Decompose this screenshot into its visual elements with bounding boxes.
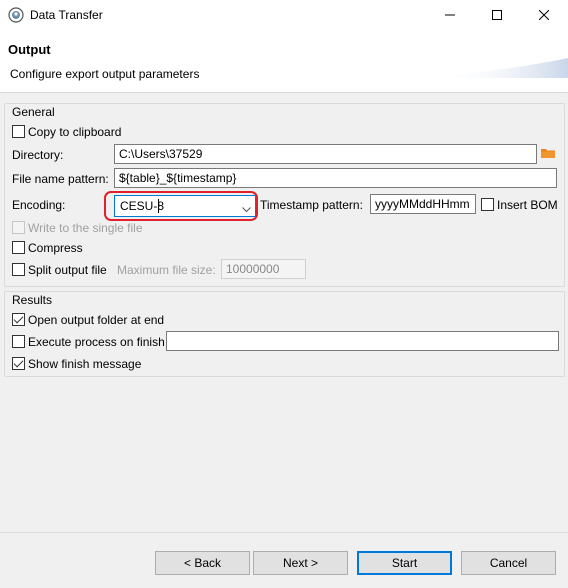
split-output-file-checkbox[interactable] xyxy=(12,263,25,276)
directory-input[interactable]: C:\Users\37529 xyxy=(114,144,537,164)
file-name-pattern-input[interactable]: ${table}_${timestamp} xyxy=(114,168,557,188)
copy-to-clipboard-label: Copy to clipboard xyxy=(28,125,122,139)
execute-process-input[interactable] xyxy=(166,331,559,351)
close-button[interactable] xyxy=(521,0,567,30)
minimize-icon xyxy=(445,14,455,16)
chevron-down-icon xyxy=(242,202,251,216)
close-icon xyxy=(539,10,549,20)
next-button[interactable]: Next > xyxy=(253,551,348,575)
execute-process-checkbox[interactable] xyxy=(12,335,25,348)
directory-label: Directory: xyxy=(12,148,64,162)
write-single-file-checkbox[interactable] xyxy=(12,221,25,234)
execute-process-label: Execute process on finish xyxy=(28,335,165,349)
compress-label: Compress xyxy=(28,241,83,255)
insert-bom-label: Insert BOM xyxy=(497,198,558,212)
minimize-button[interactable] xyxy=(427,0,473,30)
maximize-button[interactable] xyxy=(474,0,520,30)
max-file-size-label: Maximum file size: xyxy=(117,263,216,277)
title-bar: Data Transfer xyxy=(0,0,568,30)
app-logo-icon xyxy=(8,7,24,23)
page-description: Configure export output parameters xyxy=(10,67,200,81)
compress-checkbox[interactable] xyxy=(12,241,25,254)
start-button[interactable]: Start xyxy=(357,551,452,575)
show-finish-message-label: Show finish message xyxy=(28,357,142,371)
file-name-pattern-label: File name pattern: xyxy=(12,172,109,186)
maximize-icon xyxy=(492,10,502,20)
text-cursor xyxy=(158,199,159,213)
insert-bom-checkbox[interactable] xyxy=(481,198,494,211)
folder-icon[interactable] xyxy=(541,147,557,161)
open-output-folder-label: Open output folder at end xyxy=(28,313,165,327)
header-decoration xyxy=(440,58,568,78)
general-group-title: General xyxy=(12,105,55,119)
window-title: Data Transfer xyxy=(30,8,103,22)
split-output-file-label: Split output file xyxy=(28,263,107,277)
cancel-button[interactable]: Cancel xyxy=(461,551,556,575)
show-finish-message-checkbox[interactable] xyxy=(12,357,25,370)
timestamp-pattern-label: Timestamp pattern: xyxy=(260,198,363,212)
timestamp-pattern-input[interactable]: yyyyMMddHHmm xyxy=(370,194,476,214)
wizard-header: Output Configure export output parameter… xyxy=(0,30,568,93)
page-title: Output xyxy=(8,42,51,57)
max-file-size-input[interactable]: 10000000 xyxy=(221,259,306,279)
results-group-title: Results xyxy=(12,293,53,307)
encoding-label: Encoding: xyxy=(12,198,66,212)
copy-to-clipboard-checkbox[interactable] xyxy=(12,125,25,138)
button-bar-separator xyxy=(0,532,568,533)
open-output-folder-checkbox[interactable] xyxy=(12,313,25,326)
encoding-select[interactable]: CESU-8 xyxy=(114,195,256,217)
back-button[interactable]: < Back xyxy=(155,551,250,575)
write-single-file-label: Write to the single file xyxy=(28,221,143,235)
